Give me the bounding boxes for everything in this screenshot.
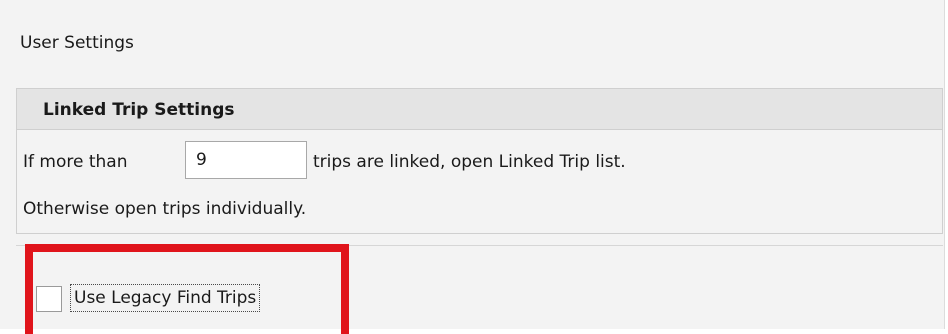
legacy-find-trips-checkbox[interactable]	[36, 286, 62, 312]
group-header: Linked Trip Settings	[17, 89, 942, 130]
legacy-find-trips-label[interactable]: Use Legacy Find Trips	[70, 284, 261, 312]
panel-title: User Settings	[20, 33, 134, 53]
linked-trip-threshold-input[interactable]	[185, 141, 307, 179]
group-header-title: Linked Trip Settings	[43, 100, 235, 120]
threshold-prefix-label: If more than	[23, 152, 128, 172]
user-settings-panel: User Settings Linked Trip Settings If mo…	[0, 0, 945, 329]
otherwise-label: Otherwise open trips individually.	[23, 199, 307, 219]
legacy-find-trips-row: Use Legacy Find Trips	[16, 245, 943, 329]
threshold-suffix-label: trips are linked, open Linked Trip list.	[313, 152, 626, 172]
linked-trip-settings-group: Linked Trip Settings If more than trips …	[16, 88, 943, 234]
